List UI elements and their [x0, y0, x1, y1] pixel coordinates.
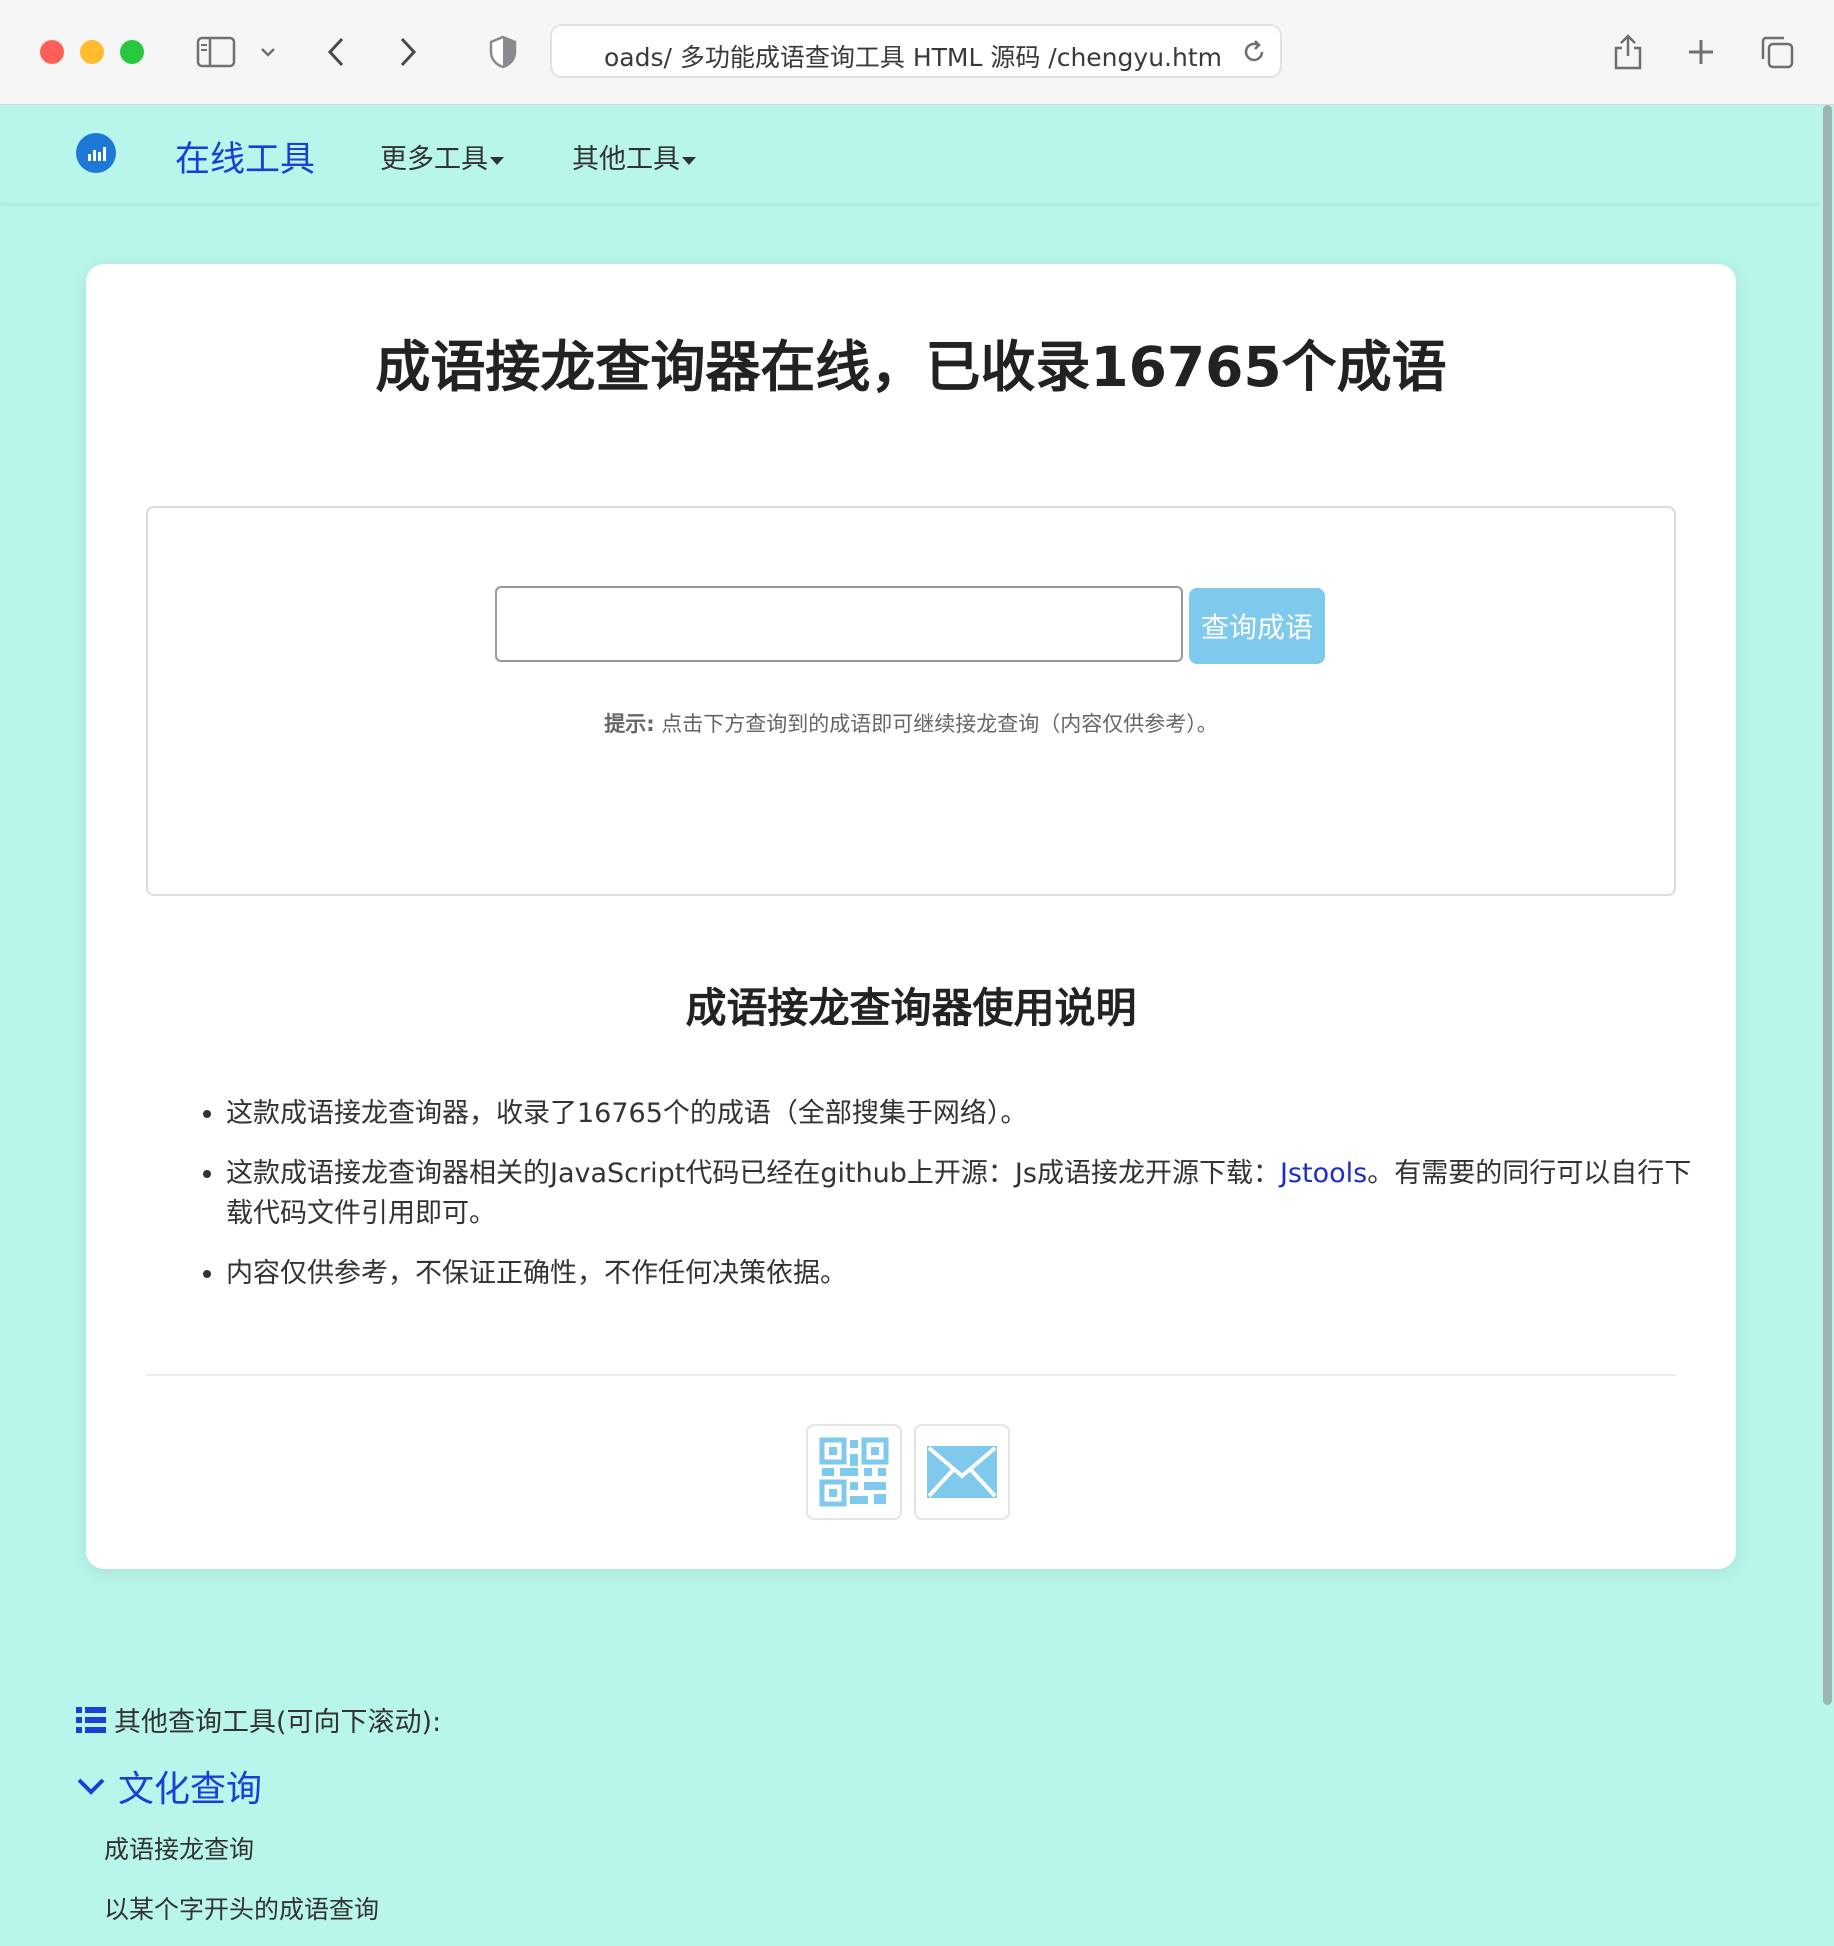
tool-link-idiom-start-char[interactable]: 以某个字开头的成语查询: [104, 1890, 379, 1926]
instructions-title: 成语接龙查询器使用说明: [685, 984, 1137, 1032]
caret-down-icon: [682, 156, 696, 165]
other-tools-heading-text: 其他查询工具(可向下滚动):: [114, 1707, 442, 1738]
qr-code-icon: [819, 1437, 889, 1507]
instructions-list: 这款成语接龙查询器，收录了16765个的成语（全部搜集于网络）。 这款成语接龙查…: [196, 1094, 1706, 1314]
site-logo-icon[interactable]: [76, 133, 116, 173]
tool-link-idiom-chain[interactable]: 成语接龙查询: [104, 1830, 254, 1866]
list-item: 内容仅供参考，不保证正确性，不作任何决策依据。: [226, 1254, 1706, 1294]
qr-code-button[interactable]: [806, 1424, 902, 1520]
nav-dropdown-label: 其他工具: [572, 144, 680, 175]
back-icon[interactable]: [320, 28, 352, 76]
address-text: oads/ 多功能成语查询工具 HTML 源码 /chengyu.html: [604, 43, 1224, 72]
email-button[interactable]: [914, 1424, 1010, 1520]
browser-toolbar: oads/ 多功能成语查询工具 HTML 源码 /chengyu.html: [0, 0, 1834, 105]
page-title: 成语接龙查询器在线，已收录16765个成语: [375, 335, 1447, 399]
site-navbar: 在线工具 更多工具 其他工具: [0, 105, 1820, 203]
new-tab-icon[interactable]: [1684, 28, 1718, 76]
caret-down-icon: [490, 156, 504, 165]
shield-icon[interactable]: [486, 28, 520, 76]
search-idiom-button[interactable]: 查询成语: [1189, 588, 1325, 664]
chevron-down-icon: [77, 1778, 105, 1795]
share-icon[interactable]: [1610, 28, 1646, 76]
category-label: 文化查询: [118, 1769, 263, 1810]
close-window-button[interactable]: [40, 40, 64, 64]
address-bar[interactable]: oads/ 多功能成语查询工具 HTML 源码 /chengyu.html: [550, 24, 1282, 78]
other-tools-heading: 其他查询工具(可向下滚动):: [76, 1700, 441, 1739]
nav-dropdown-other-tools[interactable]: 其他工具: [572, 137, 696, 176]
minimize-window-button[interactable]: [80, 40, 104, 64]
note-text: 这款成语接龙查询器，收录了16765个的成语（全部搜集于网络）。: [226, 1098, 1028, 1129]
forward-icon[interactable]: [392, 28, 424, 76]
chevron-down-icon[interactable]: [256, 28, 280, 76]
list-item: 这款成语接龙查询器，收录了16765个的成语（全部搜集于网络）。: [226, 1094, 1706, 1134]
tab-overview-icon[interactable]: [1758, 28, 1796, 76]
note-text: 内容仅供参考，不保证正确性，不作任何决策依据。: [226, 1258, 847, 1289]
note-text: 这款成语接龙查询器相关的JavaScript代码已经在github上开源：Js成…: [226, 1158, 1280, 1189]
nav-dropdown-label: 更多工具: [380, 144, 488, 175]
list-icon: [76, 1706, 106, 1733]
divider: [146, 1374, 1676, 1376]
hint-text: 点击下方查询到的成语即可继续接龙查询（内容仅供参考）。: [661, 712, 1218, 736]
nav-dropdown-more-tools[interactable]: 更多工具: [380, 137, 504, 176]
brand-link[interactable]: 在线工具: [175, 131, 315, 182]
search-hint: 提示: 点击下方查询到的成语即可继续接龙查询（内容仅供参考）。: [148, 708, 1674, 738]
sidebar-toggle-icon[interactable]: [194, 28, 238, 76]
list-item: 这款成语接龙查询器相关的JavaScript代码已经在github上开源：Js成…: [226, 1154, 1706, 1234]
idiom-search-input[interactable]: [495, 586, 1183, 662]
page-scrollbar[interactable]: [1820, 105, 1834, 1946]
zoom-window-button[interactable]: [120, 40, 144, 64]
main-card: 成语接龙查询器在线，已收录16765个成语 查询成语 提示: 点击下方查询到的成…: [86, 264, 1736, 1569]
search-panel: 查询成语 提示: 点击下方查询到的成语即可继续接龙查询（内容仅供参考）。: [146, 506, 1676, 896]
hint-label: 提示:: [604, 712, 655, 736]
category-toggle-culture[interactable]: 文化查询: [76, 1760, 262, 1812]
jstools-link[interactable]: Jstools: [1280, 1158, 1367, 1189]
reload-icon[interactable]: [1240, 38, 1268, 70]
mail-icon: [927, 1446, 997, 1498]
scrollbar-thumb[interactable]: [1823, 105, 1832, 1705]
